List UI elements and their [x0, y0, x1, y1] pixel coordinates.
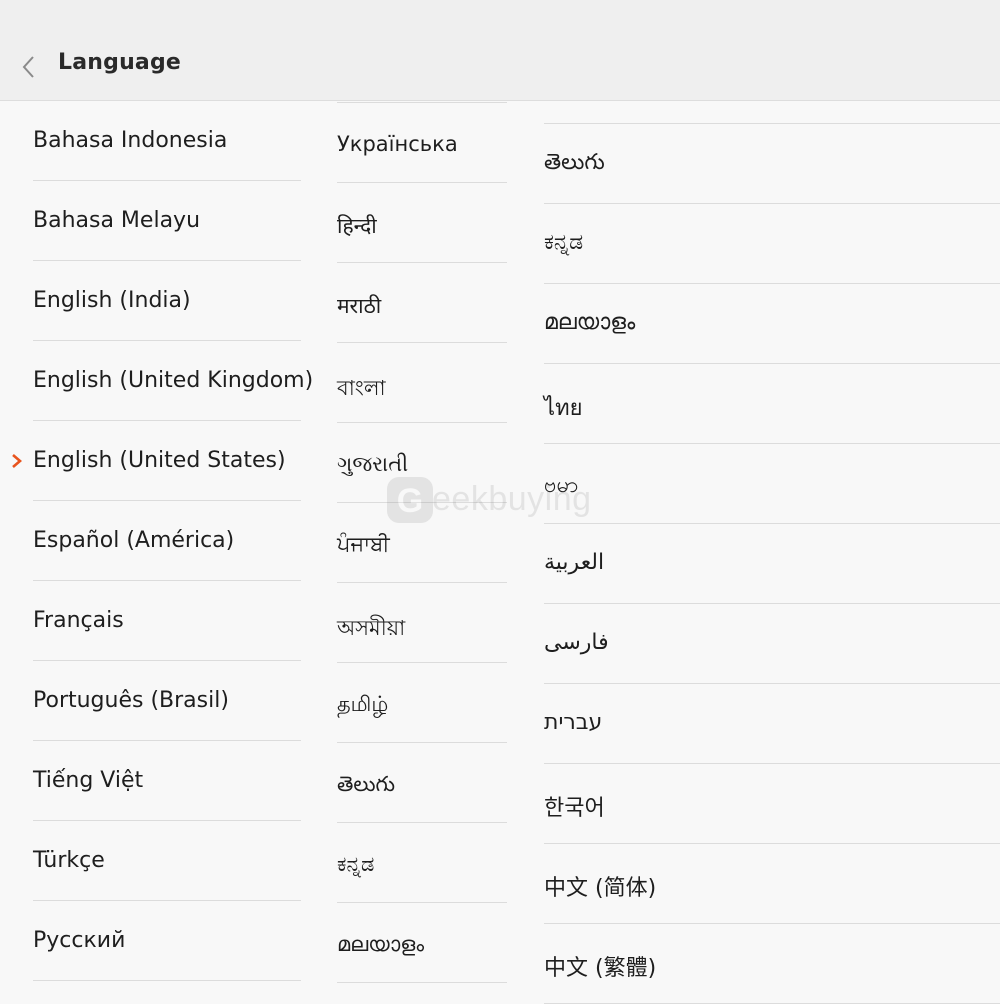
language-label: English (United States): [33, 448, 286, 473]
language-label: Tiếng Việt: [33, 768, 144, 793]
language-option[interactable]: বাংলা: [337, 343, 507, 423]
language-option[interactable]: 中文 (繁體): [544, 924, 1000, 1004]
language-column-1: Bahasa Indonesia Bahasa Melayu English (…: [33, 102, 313, 981]
language-option-selected[interactable]: English (United States): [33, 421, 301, 501]
language-label: தமிழ்: [337, 692, 389, 716]
language-option[interactable]: हिन्दी: [337, 183, 507, 263]
language-column-3: తెలుగు ಕನ್ನಡ മലയാളം ไทย ဗမာ العربية فارس…: [544, 102, 1000, 1004]
language-label: മലയാളം: [544, 310, 636, 335]
language-option[interactable]: 한국어: [544, 764, 1000, 844]
language-option[interactable]: தமிழ்: [337, 663, 507, 743]
language-option[interactable]: മലയാളം: [544, 284, 1000, 364]
language-label: Русский: [33, 928, 126, 953]
language-option[interactable]: ગુજરાતી: [337, 423, 507, 503]
language-label: 中文 (简体): [544, 876, 657, 901]
language-option[interactable]: ಕನ್ನಡ: [337, 823, 507, 903]
language-option[interactable]: తెలుగు: [337, 743, 507, 823]
language-option[interactable]: ਪੰਜਾਬੀ: [337, 503, 507, 583]
language-option[interactable]: Українська: [337, 103, 507, 183]
language-option[interactable]: ไทย: [544, 364, 1000, 444]
language-label: Bahasa Indonesia: [33, 128, 228, 153]
language-option[interactable]: Tiếng Việt: [33, 741, 301, 821]
language-option[interactable]: فارسی: [544, 604, 1000, 684]
language-label: فارسی: [544, 630, 609, 655]
language-option[interactable]: Türkçe: [33, 821, 301, 901]
language-label: తెలుగు: [544, 150, 605, 175]
language-option[interactable]: ဗမာ: [544, 444, 1000, 524]
language-label: Українська: [337, 132, 458, 156]
language-label: ဗမာ: [544, 473, 579, 498]
language-option[interactable]: Português (Brasil): [33, 661, 301, 741]
language-label: മലയാളം: [337, 932, 425, 956]
language-label: ਪੰਜਾਬੀ: [337, 532, 390, 556]
language-column-2: Українська हिन्दी मराठी বাংলা ગુજરાતી ਪੰ…: [337, 102, 507, 983]
language-option[interactable]: Bahasa Melayu: [33, 181, 301, 261]
language-option[interactable]: తెలుగు: [544, 124, 1000, 204]
language-label: অসমীয়া: [337, 616, 406, 640]
language-option[interactable]: മലയാളം: [337, 903, 507, 983]
language-label: ಕನ್ನಡ: [544, 230, 584, 255]
language-option[interactable]: ಕನ್ನಡ: [544, 204, 1000, 284]
language-option[interactable]: অসমীয়া: [337, 583, 507, 663]
app-header: Language: [0, 0, 1000, 101]
page-title: Language: [58, 50, 182, 75]
language-label: ગુજરાતી: [337, 452, 409, 476]
language-label: हिन्दी: [337, 214, 377, 238]
language-label: עברית: [544, 710, 603, 735]
language-option[interactable]: Bahasa Indonesia: [33, 102, 301, 181]
language-label: Bahasa Melayu: [33, 208, 201, 233]
language-option[interactable]: English (United Kingdom): [33, 341, 313, 421]
divider: [544, 102, 1000, 124]
language-label: తెలుగు: [337, 772, 396, 796]
language-option[interactable]: العربية: [544, 524, 1000, 604]
language-label: 한국어: [544, 796, 605, 821]
language-label: English (India): [33, 288, 191, 313]
language-option[interactable]: मराठी: [337, 263, 507, 343]
language-label: ไทย: [544, 396, 583, 421]
chevron-right-icon: [12, 454, 22, 468]
language-option[interactable]: English (India): [33, 261, 301, 341]
language-label: Português (Brasil): [33, 688, 229, 713]
language-option[interactable]: 中文 (简体): [544, 844, 1000, 924]
language-label: العربية: [544, 550, 605, 575]
language-label: ಕನ್ನಡ: [337, 852, 375, 876]
language-option[interactable]: עברית: [544, 684, 1000, 764]
language-label: Türkçe: [33, 848, 105, 873]
language-option[interactable]: Español (América): [33, 501, 301, 581]
language-label: Français: [33, 608, 124, 633]
language-option[interactable]: Русский: [33, 901, 301, 981]
language-label: Español (América): [33, 528, 235, 553]
chevron-left-icon[interactable]: [18, 52, 40, 82]
language-label: English (United Kingdom): [33, 368, 314, 393]
language-label: বাংলা: [337, 376, 386, 400]
language-label: मराठी: [337, 294, 382, 318]
language-label: 中文 (繁體): [544, 956, 657, 981]
language-option[interactable]: Français: [33, 581, 301, 661]
